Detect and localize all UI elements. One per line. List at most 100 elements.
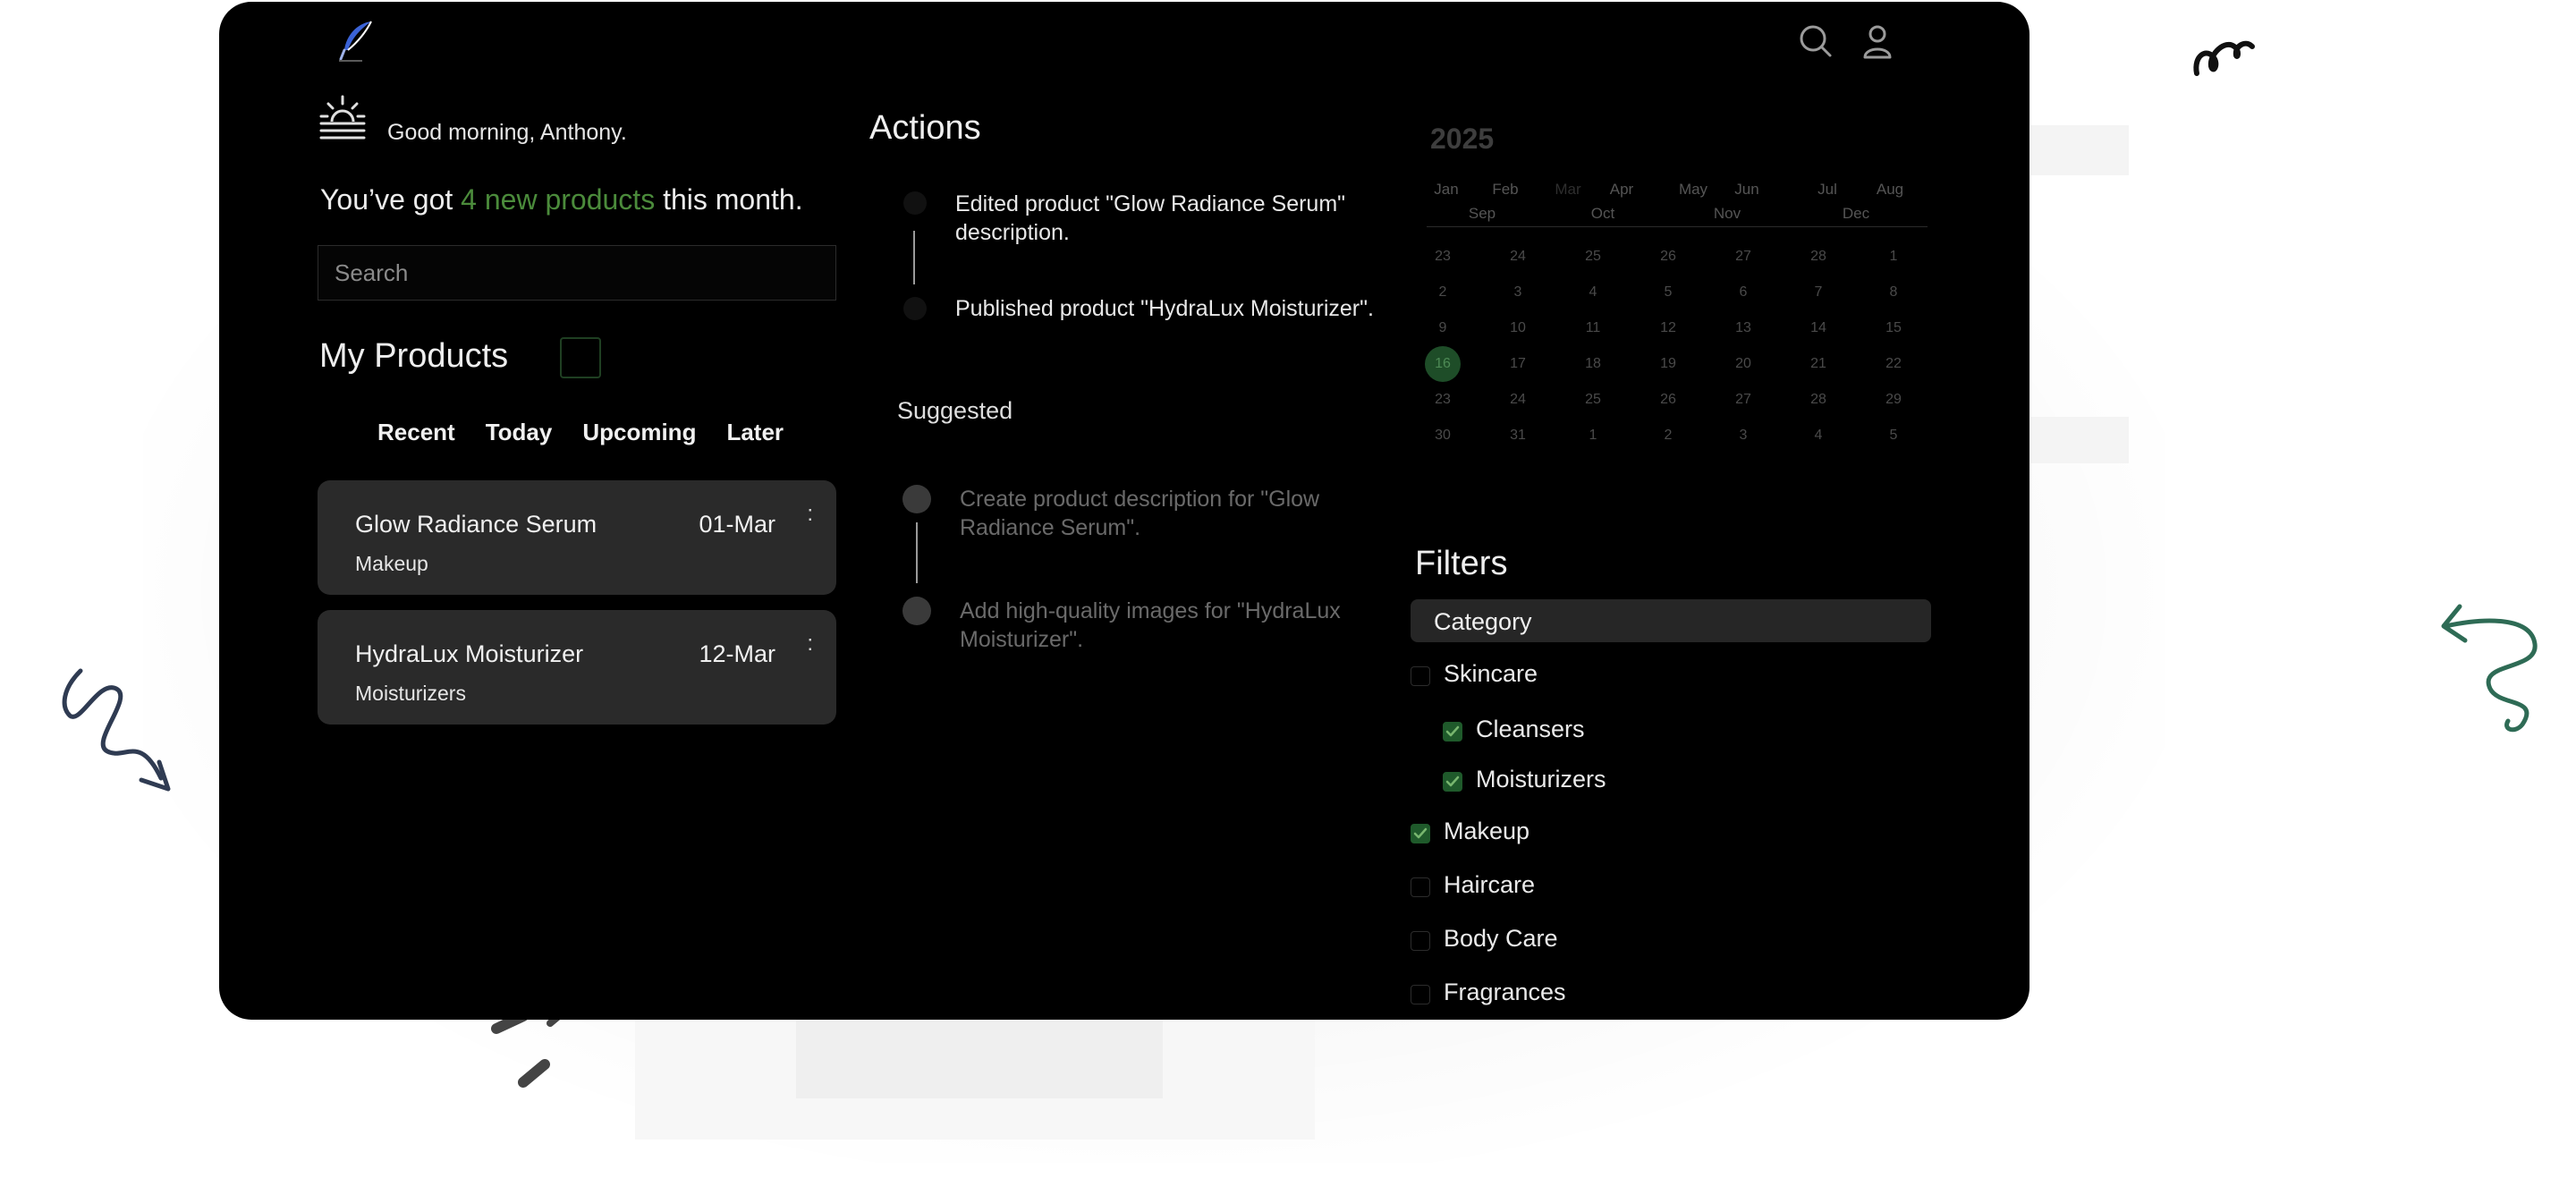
calendar-day[interactable]: 31: [1500, 428, 1536, 444]
calendar-day[interactable]: 20: [1725, 356, 1761, 372]
calendar-day[interactable]: 1: [1876, 249, 1911, 265]
filter-checkbox[interactable]: [1411, 877, 1430, 897]
calendar-day[interactable]: 28: [1801, 392, 1836, 408]
calendar-day[interactable]: 27: [1725, 392, 1761, 408]
calendar-day[interactable]: 18: [1575, 356, 1611, 372]
product-date: 12-Mar: [699, 640, 775, 667]
product-card[interactable]: Glow Radiance Serum 01-Mar Makeup :: [318, 480, 836, 595]
calendar-day[interactable]: 5: [1650, 284, 1686, 301]
product-tabs: Recent Today Upcoming Later: [377, 419, 784, 446]
calendar-month[interactable]: Apr: [1604, 181, 1640, 199]
new-products-highlight[interactable]: 4 new products: [461, 183, 655, 216]
calendar-day[interactable]: 24: [1500, 392, 1536, 408]
calendar-month[interactable]: Jun: [1729, 181, 1765, 199]
filter-label[interactable]: Fragrances: [1444, 979, 1566, 1006]
filter-checkbox[interactable]: [1411, 985, 1430, 1004]
sunrise-icon: [319, 95, 366, 140]
tab-today[interactable]: Today: [486, 419, 553, 446]
filter-label[interactable]: Cleansers: [1476, 716, 1585, 743]
calendar-day[interactable]: 5: [1876, 428, 1911, 444]
suggestion-item[interactable]: Add high-quality images for "HydraLux Mo…: [960, 597, 1389, 654]
calendar-day[interactable]: 26: [1650, 392, 1686, 408]
calendar-day[interactable]: 30: [1425, 428, 1461, 444]
curved-arrow-icon: [2441, 604, 2538, 733]
calendar-day[interactable]: 9: [1425, 320, 1461, 336]
calendar-month[interactable]: Jul: [1809, 181, 1845, 199]
calendar-month[interactable]: May: [1675, 181, 1711, 199]
filter-checkbox[interactable]: [1411, 666, 1430, 686]
calendar-month[interactable]: Sep: [1464, 205, 1500, 223]
greeting-text: Good morning, Anthony.: [387, 120, 627, 145]
category-header[interactable]: Category: [1411, 599, 1931, 642]
summary-suffix: this month.: [663, 183, 803, 216]
calendar-day[interactable]: 1: [1575, 428, 1611, 444]
calendar-day[interactable]: 6: [1725, 284, 1761, 301]
feather-quill-icon[interactable]: [335, 18, 378, 64]
product-card[interactable]: HydraLux Moisturizer 12-Mar Moisturizers…: [318, 610, 836, 725]
calendar-day[interactable]: 8: [1876, 284, 1911, 301]
calendar-day[interactable]: 2: [1650, 428, 1686, 444]
calendar-day[interactable]: 12: [1650, 320, 1686, 336]
calendar-day[interactable]: 11: [1575, 320, 1611, 336]
calendar-day[interactable]: 24: [1500, 249, 1536, 265]
filter-checkbox[interactable]: [1411, 824, 1430, 843]
calendar-day[interactable]: 14: [1801, 320, 1836, 336]
calendar-day[interactable]: 23: [1425, 392, 1461, 408]
calendar-month[interactable]: Aug: [1872, 181, 1908, 199]
filter-label[interactable]: Moisturizers: [1476, 766, 1606, 793]
calendar-day[interactable]: 29: [1876, 392, 1911, 408]
filter-label[interactable]: Body Care: [1444, 925, 1558, 953]
calendar-day[interactable]: 22: [1876, 356, 1911, 372]
user-icon[interactable]: [1858, 21, 1897, 61]
calendar-month[interactable]: Oct: [1585, 205, 1621, 223]
calendar-day[interactable]: 21: [1801, 356, 1836, 372]
calendar-day[interactable]: 3: [1725, 428, 1761, 444]
calendar-month-selected[interactable]: Mar: [1550, 181, 1586, 199]
action-item[interactable]: Published product "HydraLux Moisturizer"…: [955, 294, 1402, 323]
calendar-day[interactable]: 2: [1425, 284, 1461, 301]
calendar-month[interactable]: Nov: [1709, 205, 1745, 223]
calendar-day[interactable]: 19: [1650, 356, 1686, 372]
calendar-day-today[interactable]: 16: [1425, 346, 1461, 382]
calendar-day[interactable]: 25: [1575, 392, 1611, 408]
timeline-line: [913, 231, 915, 284]
more-options-icon[interactable]: :: [807, 633, 813, 655]
add-product-button[interactable]: [560, 337, 601, 378]
calendar-day[interactable]: 13: [1725, 320, 1761, 336]
filter-checkbox[interactable]: [1411, 931, 1430, 951]
search-icon[interactable]: [1796, 21, 1835, 61]
filter-label[interactable]: Haircare: [1444, 871, 1535, 899]
suggestion-item[interactable]: Create product description for "Glow Rad…: [960, 485, 1389, 542]
tab-recent[interactable]: Recent: [377, 419, 455, 446]
tab-later[interactable]: Later: [726, 419, 784, 446]
search-input[interactable]: [318, 245, 836, 301]
tab-upcoming[interactable]: Upcoming: [582, 419, 696, 446]
action-item[interactable]: Edited product "Glow Radiance Serum" des…: [955, 190, 1402, 247]
more-options-icon[interactable]: :: [807, 504, 813, 525]
calendar-day[interactable]: 17: [1500, 356, 1536, 372]
calendar-day[interactable]: 3: [1500, 284, 1536, 301]
calendar-day[interactable]: 25: [1575, 249, 1611, 265]
product-name: Glow Radiance Serum: [355, 511, 597, 538]
calendar-month[interactable]: Feb: [1487, 181, 1523, 199]
calendar-month[interactable]: Jan: [1428, 181, 1464, 199]
filter-checkbox[interactable]: [1443, 722, 1462, 742]
calendar-day[interactable]: 26: [1650, 249, 1686, 265]
background-panel: [796, 1020, 1163, 1098]
calendar-month[interactable]: Dec: [1838, 205, 1874, 223]
calendar-day[interactable]: 28: [1801, 249, 1836, 265]
filter-label[interactable]: Makeup: [1444, 818, 1530, 845]
background-panel: [2030, 125, 2129, 175]
calendar-day[interactable]: 10: [1500, 320, 1536, 336]
category-label: Category: [1434, 608, 1532, 635]
product-name: HydraLux Moisturizer: [355, 640, 584, 667]
calendar-day[interactable]: 23: [1425, 249, 1461, 265]
calendar-day[interactable]: 4: [1801, 428, 1836, 444]
calendar-day[interactable]: 15: [1876, 320, 1911, 336]
calendar-day[interactable]: 7: [1801, 284, 1836, 301]
calendar-day[interactable]: 4: [1575, 284, 1611, 301]
calendar-day[interactable]: 27: [1725, 249, 1761, 265]
filter-label[interactable]: Skincare: [1444, 660, 1538, 688]
calendar-divider: [1427, 226, 1928, 227]
filter-checkbox[interactable]: [1443, 772, 1462, 792]
